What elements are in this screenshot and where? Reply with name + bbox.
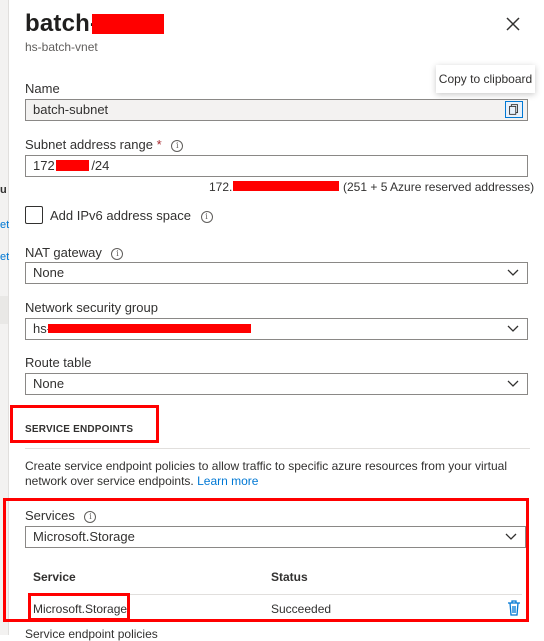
panel-title: batch- bbox=[25, 10, 98, 38]
close-icon[interactable] bbox=[503, 14, 523, 34]
nsg-label: Network security group bbox=[25, 300, 158, 315]
info-icon[interactable]: i bbox=[111, 248, 124, 260]
info-icon[interactable]: i bbox=[200, 211, 213, 223]
nat-gateway-label: NAT gateway i bbox=[25, 245, 124, 260]
redaction-bar bbox=[48, 324, 251, 333]
required-marker: * bbox=[156, 137, 162, 152]
route-table-value: None bbox=[33, 376, 65, 391]
subnet-range-value-suffix: /24 bbox=[91, 158, 110, 173]
subnet-range-label-text: Subnet address range bbox=[25, 137, 153, 152]
ipv6-label-text: Add IPv6 address space bbox=[50, 208, 191, 223]
redaction-bar bbox=[56, 160, 89, 171]
nat-gateway-label-text: NAT gateway bbox=[25, 245, 102, 260]
subnet-range-hint: (251 + 5 Azure reserved addresses) bbox=[343, 180, 535, 194]
panel-subtitle: hs-batch-vnet bbox=[25, 40, 98, 54]
annotation-box-heading bbox=[10, 405, 159, 443]
copy-tooltip: Copy to clipboard bbox=[436, 65, 535, 93]
redaction-bar bbox=[233, 181, 339, 191]
chevron-down-icon bbox=[507, 380, 519, 387]
subnet-range-input[interactable]: 172. /24 bbox=[25, 155, 528, 177]
nat-gateway-value: None bbox=[33, 265, 65, 280]
subnet-range-label: Subnet address range * i bbox=[25, 137, 184, 152]
description-text: Create service endpoint policies to allo… bbox=[25, 459, 507, 488]
chevron-down-icon bbox=[507, 269, 519, 276]
route-table-dropdown[interactable]: None bbox=[25, 373, 528, 395]
service-endpoints-description: Create service endpoint policies to allo… bbox=[25, 459, 520, 489]
subnet-range-value-prefix: 172. bbox=[33, 158, 59, 173]
redaction-bar bbox=[92, 14, 164, 34]
background-nav-fragment[interactable]: et bbox=[0, 251, 9, 263]
name-label: Name bbox=[25, 81, 60, 96]
section-divider bbox=[25, 448, 530, 449]
background-nav-selection bbox=[0, 296, 8, 324]
name-field[interactable]: batch-subnet bbox=[25, 99, 528, 121]
ipv6-label: Add IPv6 address space i bbox=[50, 208, 213, 223]
panel-title-text: batch- bbox=[25, 10, 99, 37]
service-endpoint-policies-label: Service endpoint policies bbox=[25, 627, 158, 641]
learn-more-link[interactable]: Learn more bbox=[197, 474, 258, 488]
route-table-label: Route table bbox=[25, 355, 92, 370]
copy-icon[interactable] bbox=[505, 101, 523, 118]
ipv6-checkbox[interactable] bbox=[25, 206, 43, 224]
info-icon[interactable]: i bbox=[171, 140, 184, 152]
subnet-range-hint-prefix: 172. bbox=[209, 180, 233, 194]
nat-gateway-dropdown[interactable]: None bbox=[25, 262, 528, 284]
chevron-down-icon bbox=[507, 325, 519, 332]
background-nav-fragment: u bbox=[0, 184, 7, 196]
background-nav-fragment[interactable]: et bbox=[0, 219, 9, 231]
annotation-box-service-cell bbox=[28, 593, 130, 621]
name-label-text: Name bbox=[25, 81, 60, 96]
